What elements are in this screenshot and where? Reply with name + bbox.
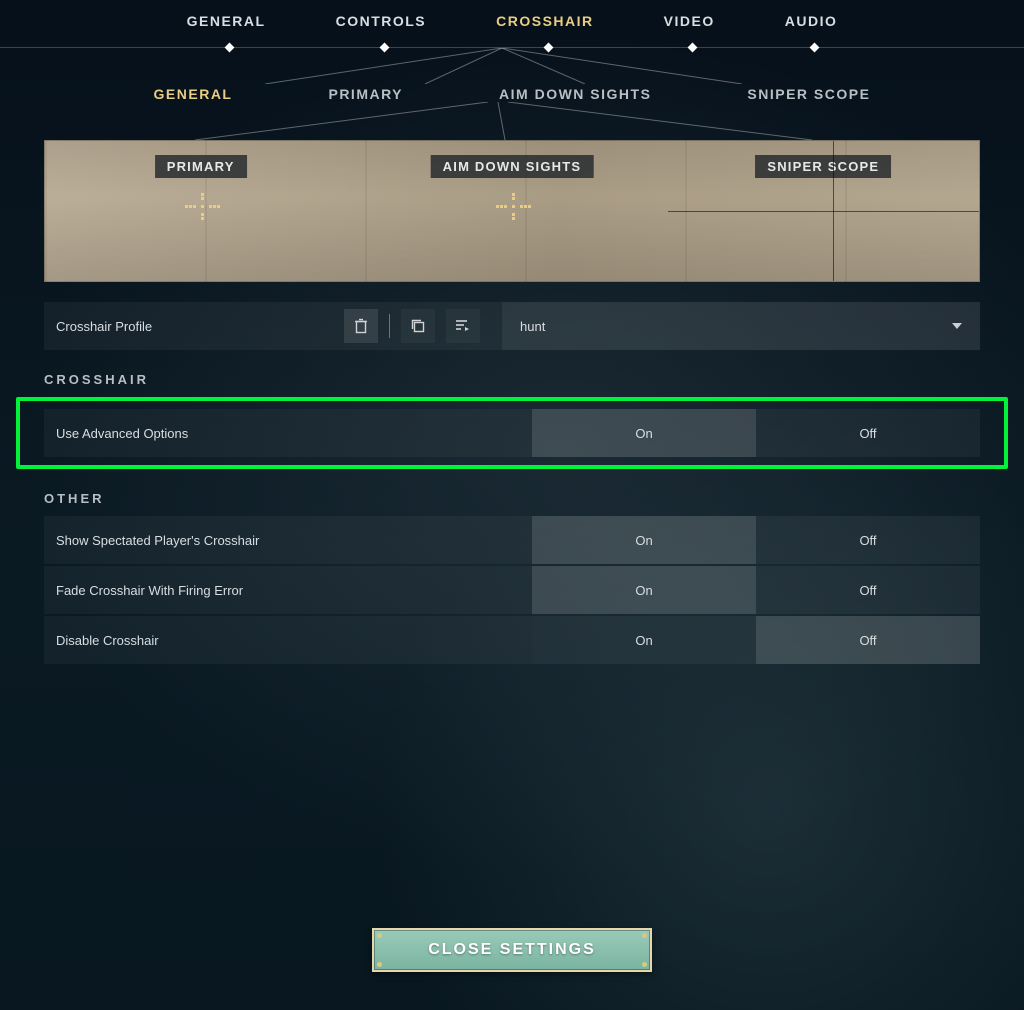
scope-line-h (668, 211, 979, 212)
close-settings-label: CLOSE SETTINGS (428, 941, 596, 959)
profile-label: Crosshair Profile (44, 319, 344, 334)
trash-icon (354, 318, 368, 334)
option-label: Use Advanced Options (44, 426, 532, 441)
subtab-general[interactable]: GENERAL (154, 86, 233, 102)
close-settings-button[interactable]: CLOSE SETTINGS (372, 928, 652, 972)
top-nav: GENERAL CONTROLS CROSSHAIR VIDEO AUDIO (0, 0, 1024, 48)
option-fade-firing-error: Fade Crosshair With Firing Error On Off (44, 566, 980, 614)
tab-audio[interactable]: AUDIO (785, 13, 838, 47)
toggle-off[interactable]: Off (756, 409, 980, 457)
subtab-aim-down-sights[interactable]: AIM DOWN SIGHTS (499, 86, 651, 102)
toggle-on[interactable]: On (532, 409, 756, 457)
option-label: Show Spectated Player's Crosshair (44, 533, 532, 548)
preview-ads: AIM DOWN SIGHTS (356, 141, 667, 281)
tab-crosshair[interactable]: CROSSHAIR (496, 13, 594, 47)
profile-select-value: hunt (520, 319, 545, 334)
preview-label-primary: PRIMARY (155, 155, 247, 178)
list-arrow-icon (455, 319, 471, 333)
toggle-on[interactable]: On (532, 516, 756, 564)
subtab-sniper-scope[interactable]: SNIPER SCOPE (747, 86, 870, 102)
tab-controls[interactable]: CONTROLS (336, 13, 427, 47)
section-title-crosshair: CROSSHAIR (44, 372, 980, 387)
crosshair-preview: PRIMARY AIM DOWN SIGHTS SNIPER SCOPE (44, 140, 980, 282)
delete-profile-button[interactable] (344, 309, 378, 343)
subnav-branch-lines (0, 118, 1024, 140)
crosshair-profile-row: Crosshair Profile hunt (44, 302, 980, 350)
option-use-advanced: Use Advanced Options On Off (44, 409, 980, 457)
profile-select[interactable]: hunt (502, 302, 980, 350)
toggle-on[interactable]: On (532, 616, 756, 664)
highlighted-row: Use Advanced Options On Off (16, 397, 1008, 469)
option-disable-crosshair: Disable Crosshair On Off (44, 616, 980, 664)
tab-video[interactable]: VIDEO (664, 13, 715, 47)
scope-line-v (833, 141, 834, 281)
list-profile-button[interactable] (446, 309, 480, 343)
tab-general[interactable]: GENERAL (187, 13, 266, 47)
copy-profile-button[interactable] (401, 309, 435, 343)
option-label: Disable Crosshair (44, 633, 532, 648)
toggle-off[interactable]: Off (756, 566, 980, 614)
preview-label-ads: AIM DOWN SIGHTS (431, 155, 594, 178)
option-show-spectated: Show Spectated Player's Crosshair On Off (44, 516, 980, 564)
divider (389, 314, 390, 338)
subtab-primary[interactable]: PRIMARY (328, 86, 403, 102)
copy-icon (410, 318, 426, 334)
toggle-off[interactable]: Off (756, 616, 980, 664)
chevron-down-icon (952, 323, 962, 329)
toggle-on[interactable]: On (532, 566, 756, 614)
preview-primary: PRIMARY (45, 141, 356, 281)
option-label: Fade Crosshair With Firing Error (44, 583, 532, 598)
nav-branch-lines (0, 48, 1024, 84)
section-title-other: OTHER (44, 491, 980, 506)
preview-sniper: SNIPER SCOPE (668, 141, 979, 281)
toggle-off[interactable]: Off (756, 516, 980, 564)
preview-label-sniper: SNIPER SCOPE (755, 155, 891, 178)
